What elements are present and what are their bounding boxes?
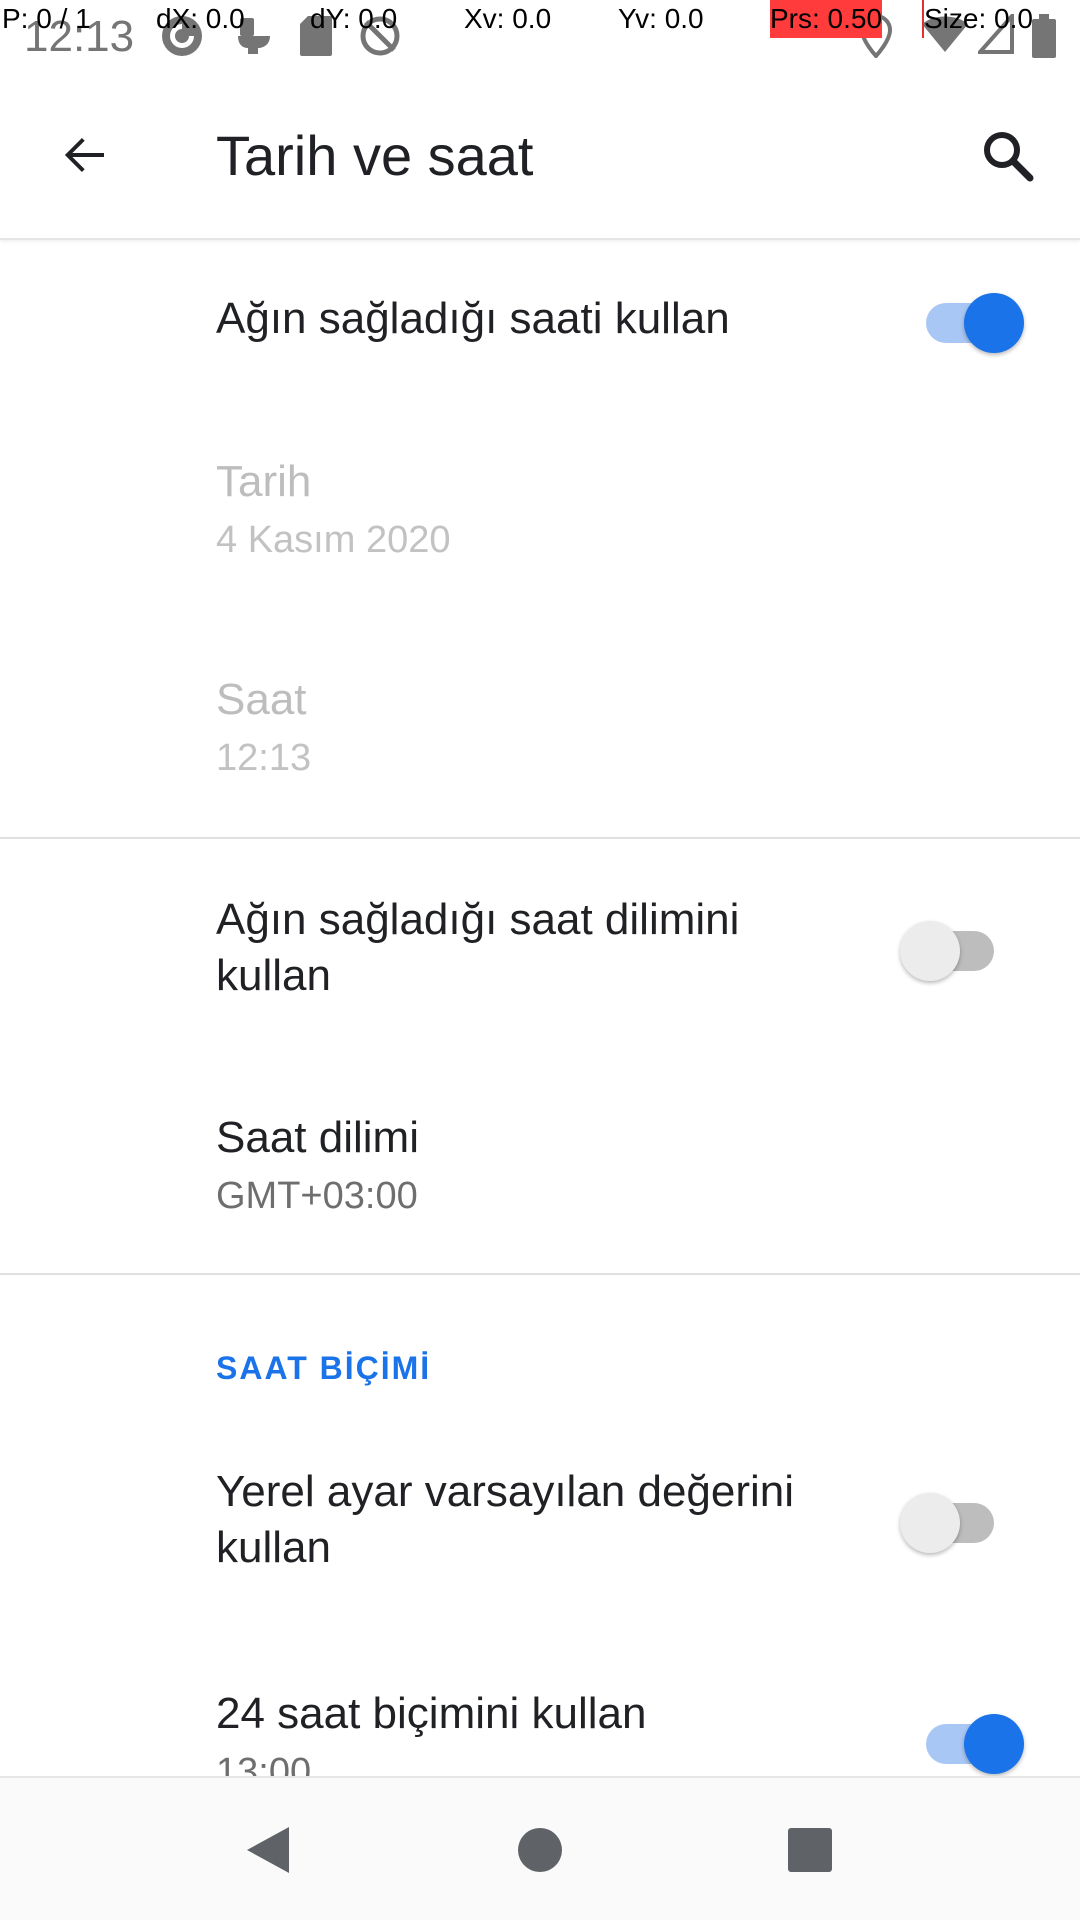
status-bar: 12:13 P: 0 / 1 dX: 0.0 dY: 0.0 Xv: 0.0 Y… [0,0,1080,72]
pref-time: Saat 12:13 [0,618,1080,836]
pref-time-title: Saat [216,675,307,724]
section-header-time-format: SAAT BİÇİMİ [216,1350,432,1386]
pref-network-timezone[interactable]: Ağın sağladığı saat dilimini kullan [0,840,1080,1058]
debug-yv: Yv: 0.0 [618,3,704,34]
back-button[interactable] [40,112,128,200]
network-time-switch[interactable] [920,289,1024,353]
nav-back-button[interactable] [218,1800,318,1900]
pref-network-time-title: Ağın sağladığı saati kullan [216,294,730,343]
app-bar: Tarih ve saat [0,72,1080,240]
pref-date: Tarih 4 Kasım 2020 [0,400,1080,618]
search-button[interactable] [964,112,1052,200]
pref-timezone-summary: GMT+03:00 [216,1175,418,1217]
pref-network-timezone-title-line2: kullan [216,951,331,1000]
network-timezone-switch[interactable] [900,917,1000,981]
use-24h-switch[interactable] [920,1710,1024,1774]
preferences-list: Ağın sağladığı saati kullan Tarih 4 Kası… [0,242,1080,1778]
pref-network-time[interactable]: Ağın sağladığı saati kullan [0,242,1080,400]
arrow-back-icon [64,138,104,172]
debug-dx: dX: 0.0 [156,3,245,34]
pref-locale-default-title-line1: Yerel ayar varsayılan değerini [216,1467,795,1516]
divider [0,1273,1080,1275]
pref-network-timezone-title-line1: Ağın sağladığı saat dilimini [216,895,740,944]
pref-timezone-title: Saat dilimi [216,1113,419,1162]
search-icon [984,132,1034,182]
pref-time-summary: 12:13 [216,737,312,779]
debug-dy: dY: 0.0 [310,3,398,34]
pref-timezone[interactable]: Saat dilimi GMT+03:00 [0,1058,1080,1272]
pointer-location-overlay: P: 0 / 1 dX: 0.0 dY: 0.0 Xv: 0.0 Yv: 0.0… [0,0,1080,38]
divider [0,837,1080,839]
pref-locale-default[interactable]: Yerel ayar varsayılan değerini kullan [0,1414,1080,1630]
nav-recents-icon [788,1828,832,1872]
switch-thumb [900,921,960,981]
debug-pressure: Prs: 0.50 [770,0,883,38]
pref-date-summary: 4 Kasım 2020 [216,519,451,561]
nav-recents-button[interactable] [760,1800,860,1900]
debug-size: Size: 0.0 [924,3,1033,34]
pref-locale-default-title-line2: kullan [216,1523,331,1572]
debug-cursor-line [922,0,924,38]
debug-pointer: P: 0 / 1 [2,3,91,34]
navigation-bar [0,1776,1080,1920]
pref-24h-format-title: 24 saat biçimini kullan [216,1689,647,1738]
pref-24h-format[interactable]: 24 saat biçimini kullan 13:00 [0,1630,1080,1778]
switch-thumb [964,1714,1024,1774]
pref-24h-format-summary: 13:00 [216,1751,312,1778]
debug-xv: Xv: 0.0 [464,3,552,34]
settings-screen: 12:13 P: 0 / 1 dX: 0.0 dY: 0.0 Xv: 0.0 Y… [0,0,1080,1920]
nav-home-icon [518,1828,562,1872]
nav-home-button[interactable] [490,1800,590,1900]
switch-thumb [900,1493,960,1553]
nav-back-icon [247,1827,289,1873]
pref-date-title: Tarih [216,457,312,506]
page-title: Tarih ve saat [216,124,534,187]
locale-default-switch[interactable] [900,1489,1000,1553]
switch-thumb [964,293,1024,353]
